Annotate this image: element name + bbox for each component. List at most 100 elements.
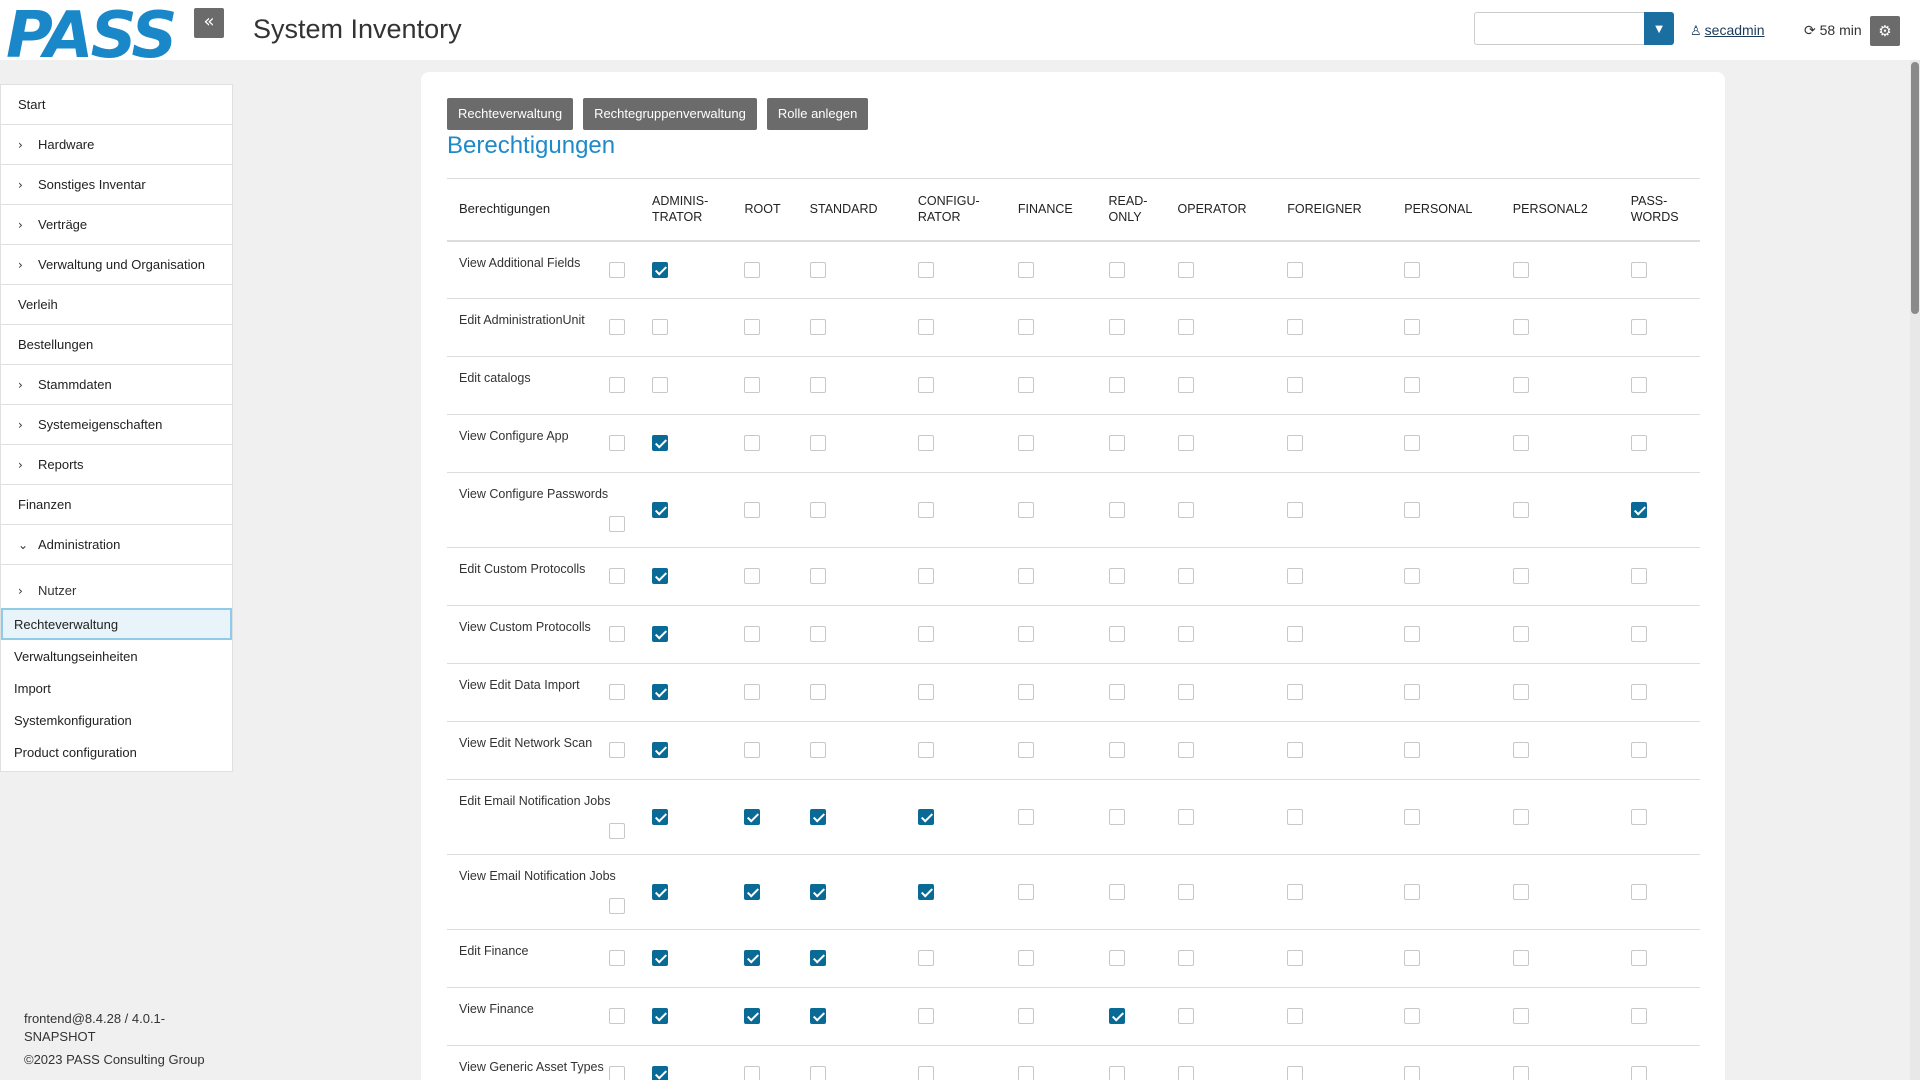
permission-checkbox[interactable]	[1404, 684, 1421, 701]
row-select-checkbox[interactable]	[609, 823, 625, 839]
permission-checkbox[interactable]	[1017, 261, 1034, 278]
permission-checkbox[interactable]	[1512, 261, 1529, 278]
permission-checkbox[interactable]	[809, 808, 826, 825]
row-select-checkbox[interactable]	[609, 568, 625, 584]
permission-checkbox[interactable]	[744, 1066, 761, 1080]
permission-checkbox[interactable]	[652, 1008, 668, 1025]
row-select-checkbox[interactable]	[609, 377, 625, 393]
row-select-checkbox[interactable]	[609, 319, 625, 335]
permission-checkbox[interactable]	[1177, 1066, 1194, 1080]
permission-checkbox[interactable]	[917, 883, 934, 900]
permission-checkbox[interactable]	[1404, 626, 1421, 643]
permission-checkbox[interactable]	[1177, 950, 1194, 967]
permission-checkbox[interactable]	[1177, 626, 1194, 643]
permission-checkbox[interactable]	[1108, 435, 1125, 452]
permission-checkbox[interactable]	[1630, 261, 1647, 278]
sidebar-link-import[interactable]: Import	[1, 672, 232, 704]
permission-checkbox[interactable]	[744, 377, 761, 394]
permission-checkbox[interactable]	[1630, 1008, 1647, 1025]
permission-checkbox[interactable]	[1630, 568, 1647, 585]
permission-checkbox[interactable]	[1287, 950, 1304, 967]
permission-checkbox[interactable]	[1017, 626, 1034, 643]
permission-checkbox[interactable]	[1177, 742, 1194, 759]
permission-checkbox[interactable]	[1630, 626, 1647, 643]
permission-checkbox[interactable]	[1512, 742, 1529, 759]
pass-logo[interactable]: PASS	[6, 4, 177, 68]
permission-checkbox[interactable]	[1108, 742, 1125, 759]
permission-checkbox[interactable]	[1404, 950, 1421, 967]
permission-checkbox[interactable]	[809, 1066, 826, 1080]
permission-checkbox[interactable]	[1108, 883, 1125, 900]
permission-checkbox[interactable]	[744, 742, 761, 759]
row-select-checkbox[interactable]	[609, 261, 625, 278]
row-select-checkbox[interactable]	[609, 1008, 625, 1024]
permission-checkbox[interactable]	[1108, 501, 1125, 518]
permission-checkbox[interactable]	[1017, 1008, 1034, 1025]
permission-checkbox[interactable]	[744, 435, 761, 452]
permission-checkbox[interactable]	[1512, 950, 1529, 967]
rechtegruppenverwaltung-button[interactable]: Rechtegruppenverwaltung	[583, 98, 757, 130]
user-link[interactable]: ♙ secadmin	[1690, 22, 1765, 39]
sidebar-item-finanzen[interactable]: Finanzen	[1, 485, 232, 525]
permission-checkbox[interactable]	[1108, 261, 1125, 278]
permission-checkbox[interactable]	[809, 742, 826, 759]
permission-checkbox[interactable]	[1177, 377, 1194, 394]
permission-checkbox[interactable]	[1017, 319, 1034, 336]
permission-checkbox[interactable]	[1177, 501, 1194, 518]
permission-checkbox[interactable]	[1017, 883, 1034, 900]
permission-checkbox[interactable]	[1177, 261, 1194, 278]
permission-checkbox[interactable]	[652, 501, 668, 518]
permission-checkbox[interactable]	[744, 261, 761, 278]
row-select-checkbox[interactable]	[609, 435, 625, 451]
sidebar-item-nutzer[interactable]: › Nutzer	[1, 565, 232, 608]
permission-checkbox[interactable]	[917, 319, 934, 336]
permission-checkbox[interactable]	[1017, 568, 1034, 585]
sidebar-item-verleih[interactable]: Verleih	[1, 285, 232, 325]
permission-checkbox[interactable]	[1017, 501, 1034, 518]
sidebar-item-systemeigenschaften[interactable]: › Systemeigenschaften	[1, 405, 232, 445]
chevron-down-icon[interactable]: ▼	[1644, 12, 1674, 45]
permission-checkbox[interactable]	[917, 742, 934, 759]
permission-checkbox[interactable]	[1108, 626, 1125, 643]
permission-checkbox[interactable]	[809, 377, 826, 394]
permission-checkbox[interactable]	[1630, 883, 1647, 900]
permission-checkbox[interactable]	[652, 684, 668, 701]
row-select-checkbox[interactable]	[609, 1066, 625, 1080]
permission-checkbox[interactable]	[917, 1066, 934, 1080]
permission-checkbox[interactable]	[1287, 319, 1304, 336]
scrollbar-thumb[interactable]	[1911, 62, 1919, 314]
permission-checkbox[interactable]	[1017, 377, 1034, 394]
permission-checkbox[interactable]	[1177, 1008, 1194, 1025]
permission-checkbox[interactable]	[1017, 950, 1034, 967]
permission-checkbox[interactable]	[1630, 684, 1647, 701]
permission-checkbox[interactable]	[1512, 883, 1529, 900]
permission-checkbox[interactable]	[1404, 319, 1421, 336]
permission-checkbox[interactable]	[1630, 435, 1647, 452]
permission-checkbox[interactable]	[809, 684, 826, 701]
sidebar-link-verwaltungseinheiten[interactable]: Verwaltungseinheiten	[1, 640, 232, 672]
permission-checkbox[interactable]	[917, 568, 934, 585]
permission-checkbox[interactable]	[1177, 808, 1194, 825]
sidebar-item-bestellungen[interactable]: Bestellungen	[1, 325, 232, 365]
permission-checkbox[interactable]	[809, 950, 826, 967]
permission-checkbox[interactable]	[1404, 501, 1421, 518]
sidebar-link-product-configuration[interactable]: Product configuration	[1, 736, 232, 768]
permission-checkbox[interactable]	[1017, 684, 1034, 701]
row-select-checkbox[interactable]	[609, 626, 625, 642]
settings-button[interactable]: ⚙	[1870, 16, 1900, 46]
permission-checkbox[interactable]	[1512, 568, 1529, 585]
permission-checkbox[interactable]	[744, 684, 761, 701]
permission-checkbox[interactable]	[809, 568, 826, 585]
permission-checkbox[interactable]	[809, 319, 826, 336]
permission-checkbox[interactable]	[1404, 883, 1421, 900]
permission-checkbox[interactable]	[1177, 435, 1194, 452]
permission-checkbox[interactable]	[1287, 684, 1304, 701]
permission-checkbox[interactable]	[652, 435, 668, 452]
permission-checkbox[interactable]	[917, 684, 934, 701]
permission-checkbox[interactable]	[1630, 742, 1647, 759]
permission-checkbox[interactable]	[1630, 377, 1647, 394]
permission-checkbox[interactable]	[744, 808, 761, 825]
sidebar-item-stammdaten[interactable]: › Stammdaten	[1, 365, 232, 405]
sidebar-item-vertr-ge[interactable]: › Verträge	[1, 205, 232, 245]
permission-checkbox[interactable]	[1630, 808, 1647, 825]
